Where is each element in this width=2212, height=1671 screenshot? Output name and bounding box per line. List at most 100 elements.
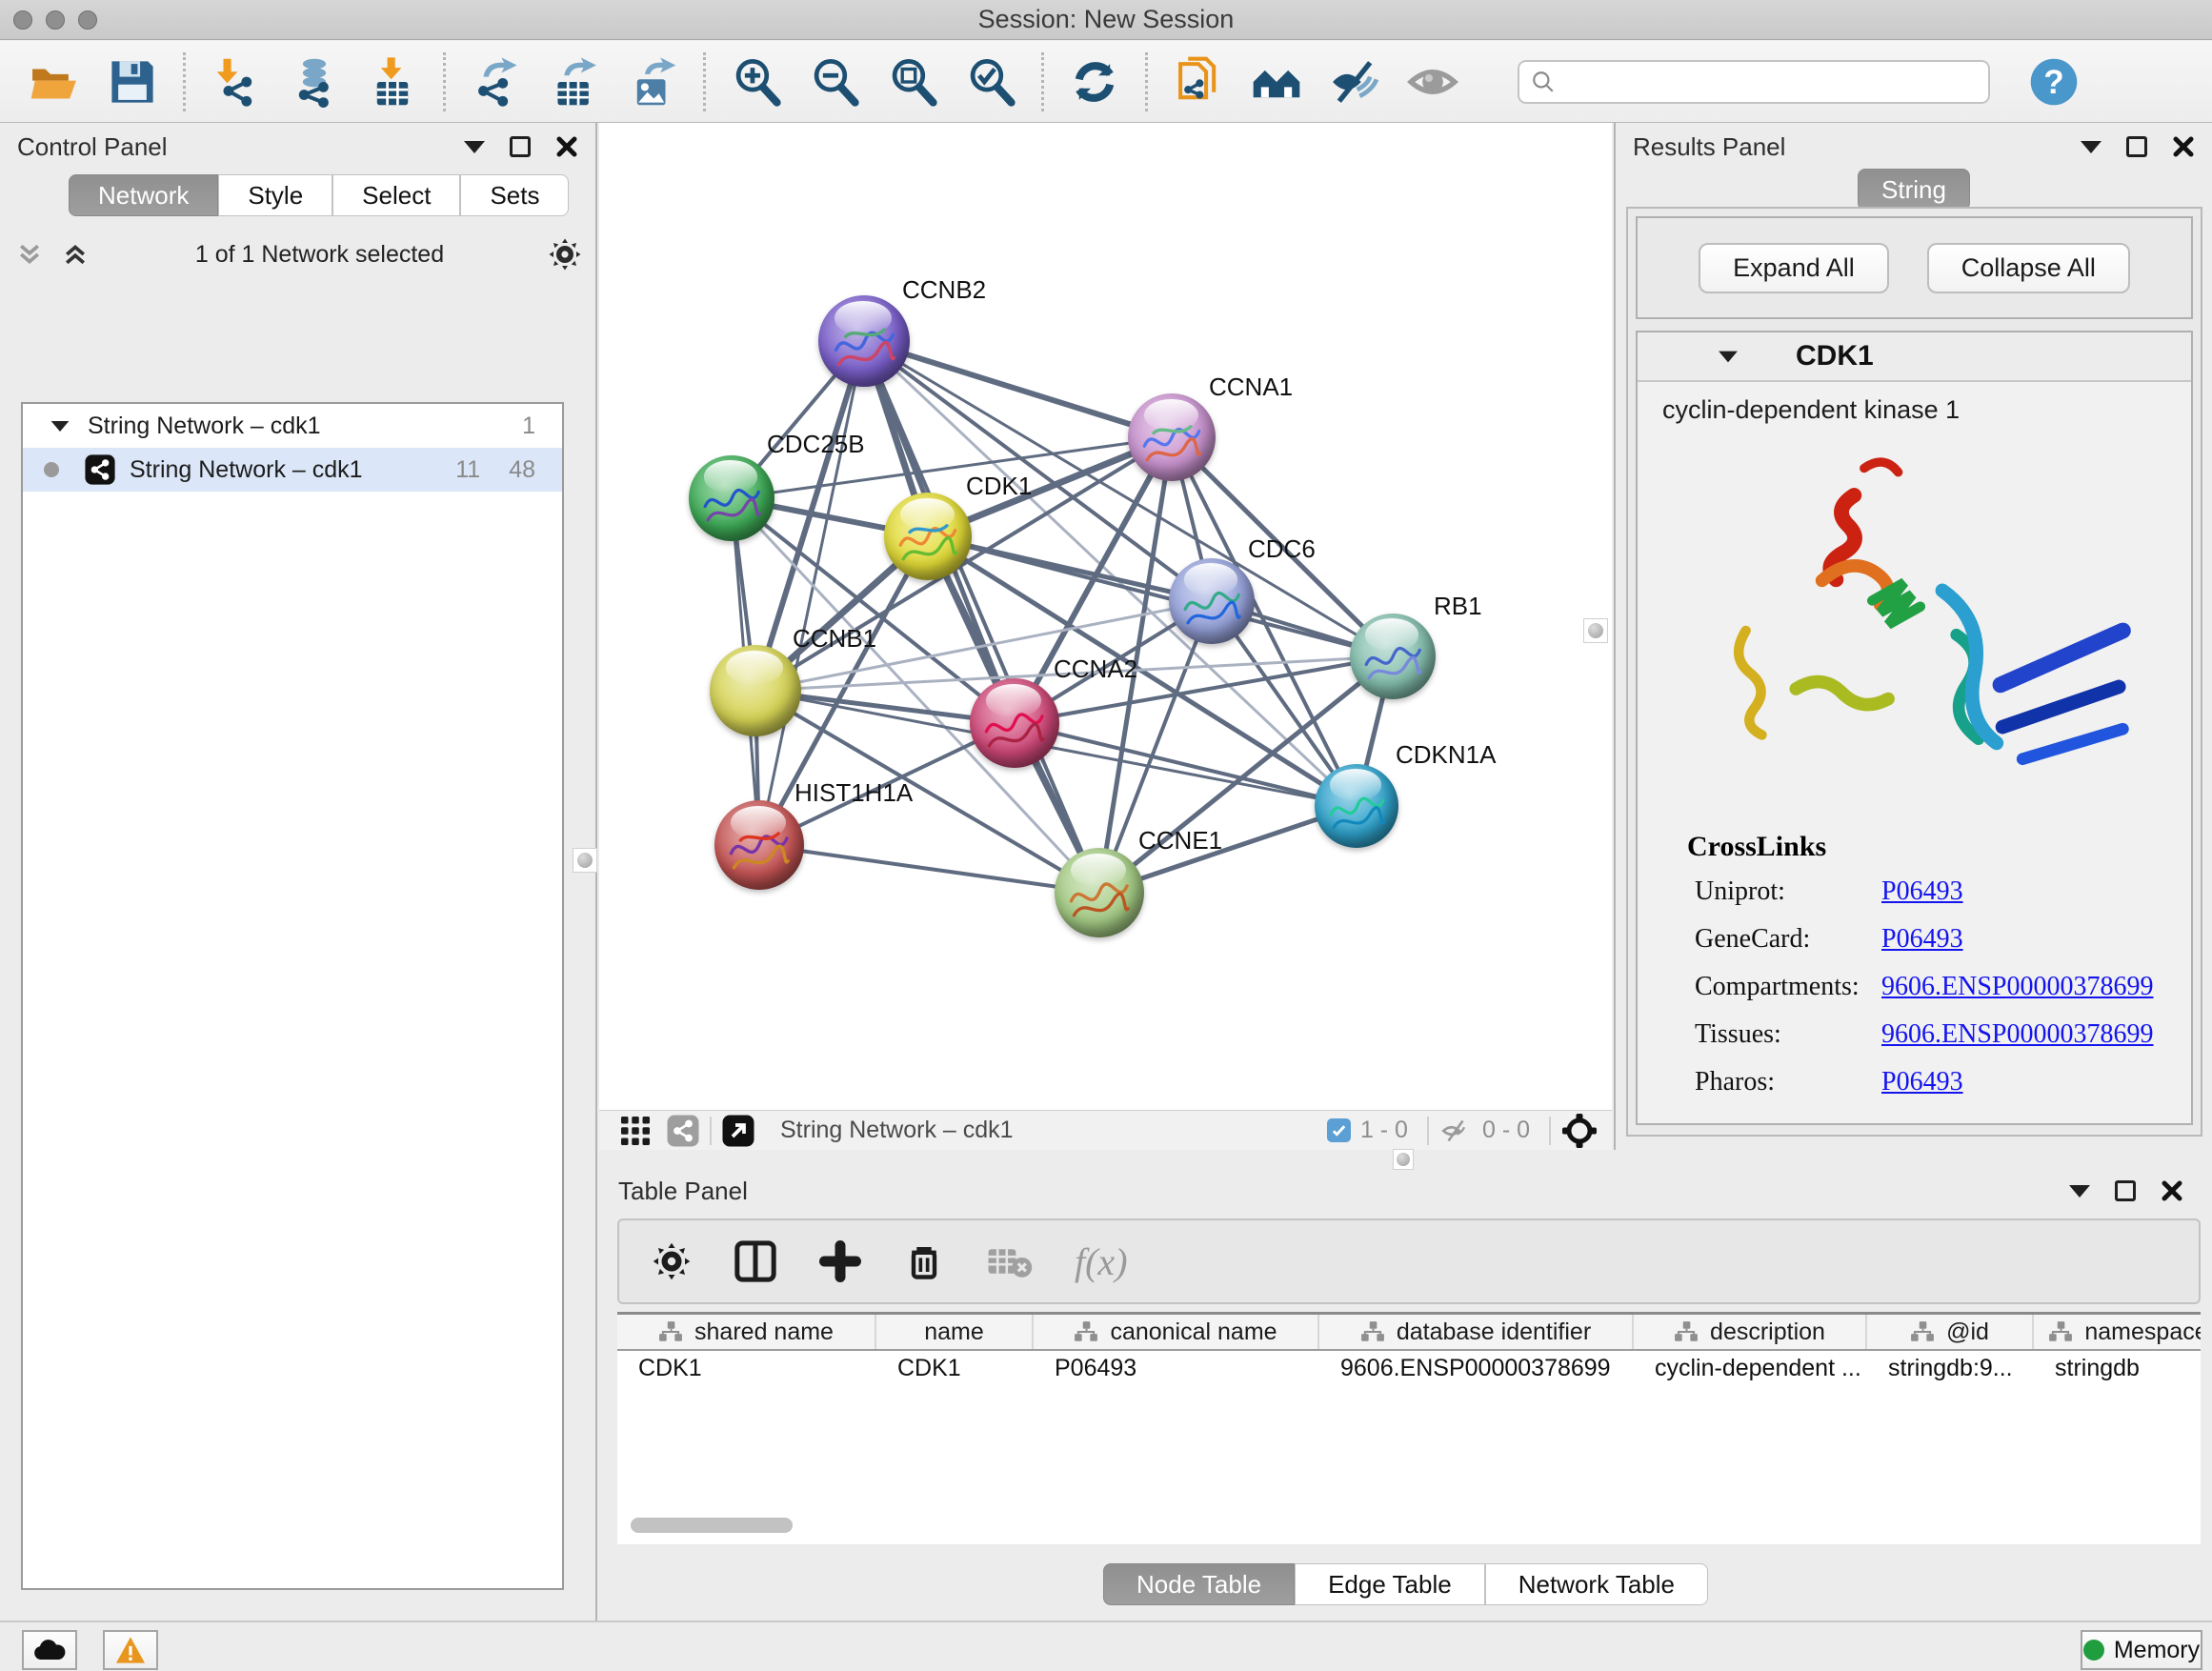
- network-collection-row[interactable]: String Network – cdk1 1: [23, 404, 562, 448]
- tab-network[interactable]: Network: [69, 174, 218, 216]
- column-header-database-identifier[interactable]: database identifier: [1319, 1315, 1634, 1349]
- crosslink-link[interactable]: P06493: [1881, 1067, 1963, 1097]
- crosslink-label: Pharos:: [1695, 1067, 1881, 1097]
- zoom-in-button[interactable]: [727, 52, 786, 111]
- column-header-description[interactable]: description: [1634, 1315, 1867, 1349]
- network-overview-icon[interactable]: [666, 1114, 700, 1148]
- memory-button[interactable]: Memory: [2081, 1630, 2202, 1670]
- node-CCNB2[interactable]: [818, 295, 910, 387]
- expand-all-icon[interactable]: [59, 240, 91, 269]
- tab-select[interactable]: Select: [332, 174, 460, 216]
- column-header-name[interactable]: name: [876, 1315, 1034, 1349]
- clone-network-button[interactable]: [1169, 52, 1228, 111]
- zoom-fit-button[interactable]: [883, 52, 942, 111]
- float-panel-icon[interactable]: [464, 141, 485, 153]
- show-columns-icon[interactable]: [734, 1239, 777, 1283]
- maximize-panel-icon[interactable]: [510, 136, 531, 157]
- show-all-button[interactable]: [1403, 52, 1462, 111]
- toolbar-separator: [1549, 1117, 1551, 1145]
- export-network-button[interactable]: [467, 52, 526, 111]
- search-input[interactable]: [1556, 69, 1965, 95]
- collection-count: 1: [522, 413, 535, 440]
- node-CCNA1[interactable]: [1128, 393, 1216, 481]
- gear-icon[interactable]: [548, 237, 582, 272]
- import-network-database-button[interactable]: [285, 52, 344, 111]
- node-CCNB1[interactable]: [710, 645, 801, 736]
- zoom-out-button[interactable]: [805, 52, 864, 111]
- column-header-@id[interactable]: @id: [1867, 1315, 2034, 1349]
- network-row[interactable]: String Network – cdk1 11 48: [23, 448, 562, 492]
- detach-view-icon[interactable]: [721, 1114, 755, 1148]
- grid-view-icon[interactable]: [618, 1114, 653, 1148]
- left-splitter-handle[interactable]: [573, 848, 597, 873]
- table-cell[interactable]: CDK1: [617, 1351, 876, 1385]
- hide-selected-button[interactable]: [1325, 52, 1384, 111]
- table-cell[interactable]: CDK1: [876, 1351, 1034, 1385]
- float-panel-icon[interactable]: [2069, 1185, 2090, 1198]
- node-CDC25B[interactable]: [689, 455, 774, 541]
- home-button[interactable]: [1247, 52, 1306, 111]
- tab-edge-table[interactable]: Edge Table: [1295, 1563, 1485, 1605]
- gene-section-header[interactable]: CDK1: [1638, 332, 2191, 382]
- import-table-button[interactable]: [363, 52, 422, 111]
- column-header-shared-name[interactable]: shared name: [617, 1315, 876, 1349]
- create-column-plus-icon[interactable]: [819, 1240, 861, 1282]
- float-panel-icon[interactable]: [2081, 141, 2101, 153]
- open-session-button[interactable]: [25, 52, 84, 111]
- section-expander-icon[interactable]: [1719, 351, 1738, 362]
- delete-column-trash-icon[interactable]: [903, 1240, 945, 1282]
- tab-sets[interactable]: Sets: [460, 174, 569, 216]
- close-panel-icon[interactable]: [2161, 1179, 2183, 1202]
- warning-icon: [114, 1636, 147, 1664]
- selected-checkbox-icon[interactable]: [1327, 1118, 1351, 1142]
- collection-expander-icon[interactable]: [51, 420, 70, 431]
- table-options-gear-icon[interactable]: [652, 1241, 692, 1281]
- crosslink-link[interactable]: P06493: [1881, 924, 1963, 954]
- collapse-all-button[interactable]: Collapse All: [1927, 243, 2130, 293]
- node-CDK1[interactable]: [884, 493, 972, 580]
- node-HIST1H1A[interactable]: [714, 800, 804, 890]
- table-cell[interactable]: stringdb: [2034, 1351, 2201, 1385]
- protein-structure-image: [1700, 440, 2148, 821]
- crosslink-link[interactable]: 9606.ENSP00000378699: [1881, 972, 2153, 1001]
- node-RB1[interactable]: [1350, 614, 1436, 699]
- export-image-button[interactable]: [623, 52, 682, 111]
- node-CDC6[interactable]: [1169, 558, 1255, 644]
- import-network-file-button[interactable]: [207, 52, 266, 111]
- table-row[interactable]: CDK1CDK1P064939606.ENSP00000378699cyclin…: [617, 1351, 2201, 1385]
- maximize-panel-icon[interactable]: [2126, 136, 2147, 157]
- close-panel-icon[interactable]: [2172, 135, 2195, 158]
- network-canvas[interactable]: CCNB2CCNA1CDC25BCDK1CDC6RB1CCNB1CCNA2CDK…: [599, 123, 1612, 1110]
- help-button[interactable]: ?: [2024, 52, 2083, 111]
- tab-string[interactable]: String: [1858, 169, 1970, 211]
- node-CCNE1[interactable]: [1055, 848, 1144, 937]
- expand-all-button[interactable]: Expand All: [1699, 243, 1889, 293]
- zoom-selected-button[interactable]: [961, 52, 1020, 111]
- save-session-button[interactable]: [103, 52, 162, 111]
- table-cell[interactable]: cyclin-dependent ...: [1634, 1351, 1867, 1385]
- column-header-canonical-name[interactable]: canonical name: [1034, 1315, 1319, 1349]
- refresh-button[interactable]: [1065, 52, 1124, 111]
- tab-style[interactable]: Style: [218, 174, 332, 216]
- column-header-namespace[interactable]: namespace: [2034, 1315, 2201, 1349]
- node-CDKN1A[interactable]: [1315, 764, 1398, 848]
- maximize-panel-icon[interactable]: [2115, 1180, 2136, 1201]
- crosslink-link[interactable]: 9606.ENSP00000378699: [1881, 1019, 2153, 1049]
- right-splitter-handle[interactable]: [1583, 618, 1608, 643]
- collapse-all-icon[interactable]: [13, 240, 46, 269]
- export-table-button[interactable]: [545, 52, 604, 111]
- tab-network-table[interactable]: Network Table: [1485, 1563, 1708, 1605]
- birdseye-crosshair-icon[interactable]: [1560, 1112, 1599, 1150]
- cloud-status-button[interactable]: [22, 1630, 77, 1670]
- table-cell[interactable]: 9606.ENSP00000378699: [1319, 1351, 1634, 1385]
- node-CCNA2[interactable]: [970, 678, 1059, 768]
- table-cell[interactable]: P06493: [1034, 1351, 1319, 1385]
- close-panel-icon[interactable]: [555, 135, 578, 158]
- bottom-splitter-handle[interactable]: [1393, 1149, 1414, 1170]
- horizontal-scrollbar[interactable]: [631, 1518, 793, 1533]
- warnings-button[interactable]: [103, 1630, 158, 1670]
- results-panel-title: Results Panel: [1633, 132, 1785, 162]
- table-cell[interactable]: stringdb:9...: [1867, 1351, 2034, 1385]
- crosslink-link[interactable]: P06493: [1881, 876, 1963, 906]
- tab-node-table[interactable]: Node Table: [1103, 1563, 1295, 1605]
